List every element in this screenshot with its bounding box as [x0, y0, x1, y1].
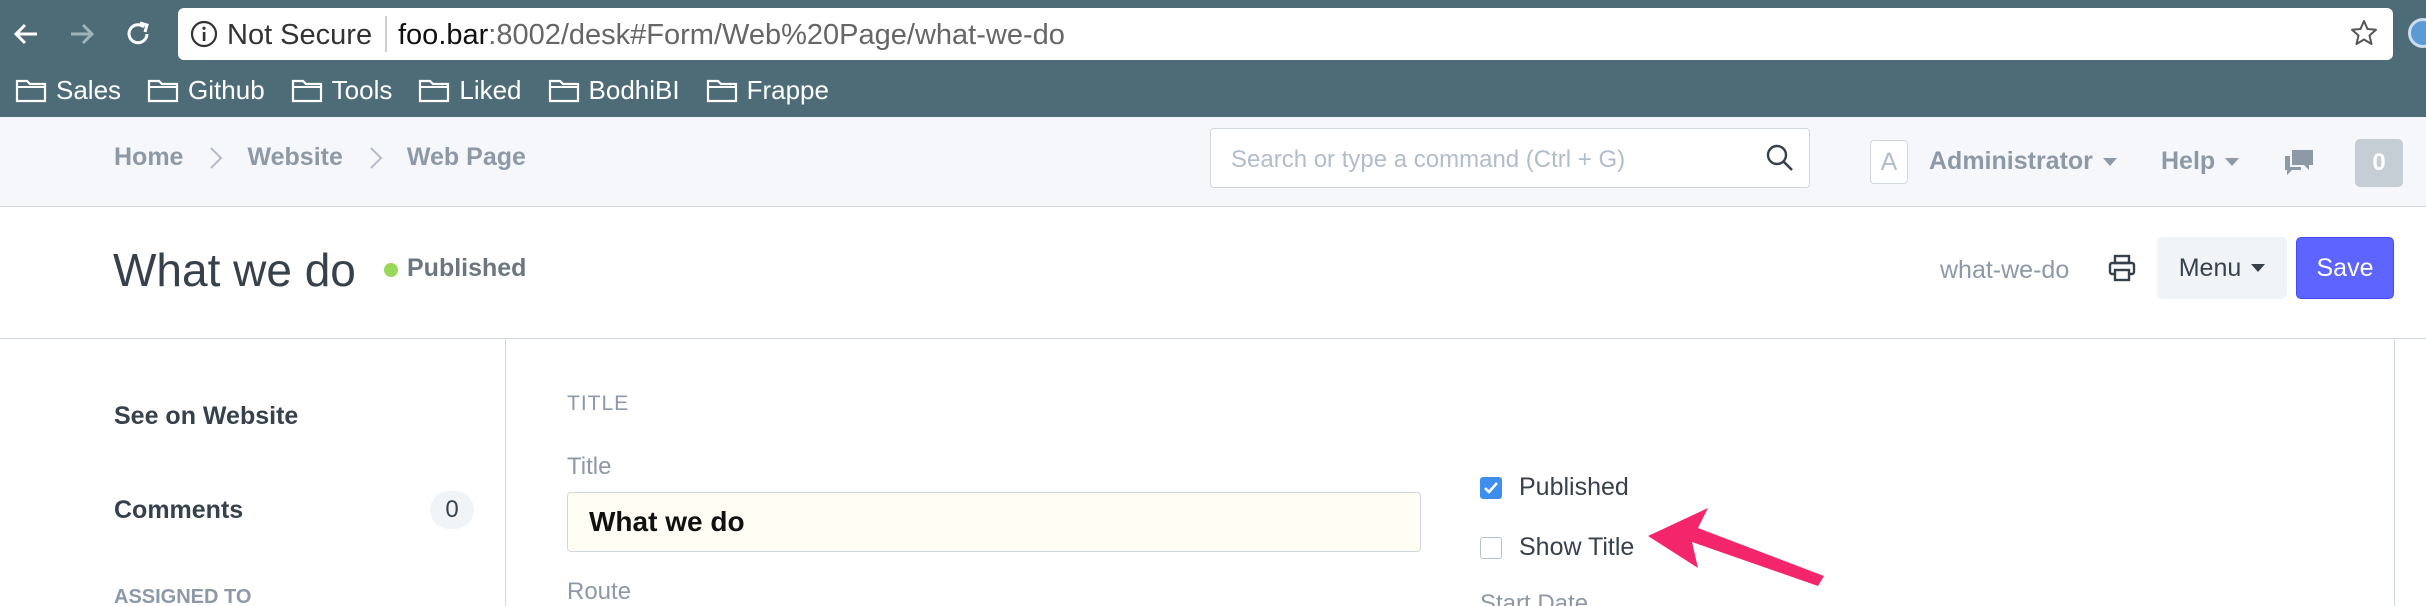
back-button[interactable]: [6, 14, 46, 54]
extension-icon[interactable]: [2408, 18, 2426, 48]
back-arrow-icon: [13, 23, 37, 45]
bookmark-label: Tools: [331, 74, 393, 105]
published-label: Published: [1519, 473, 1629, 501]
published-checkbox[interactable]: [1480, 476, 1502, 499]
browser-toolbar: Not Secure foo.bar:8002/desk#Form/Web%20…: [0, 0, 2426, 117]
breadcrumb-home[interactable]: Home: [114, 143, 183, 172]
forward-button[interactable]: [62, 14, 102, 54]
check-icon: [1484, 481, 1498, 494]
address-bar[interactable]: Not Secure foo.bar:8002/desk#Form/Web%20…: [178, 8, 2393, 60]
bookmark-label: Sales: [56, 74, 122, 105]
form-layout: TITLE Title What we do Route Published S…: [505, 340, 2395, 606]
chevron-right-icon: [209, 146, 223, 170]
title-input[interactable]: What we do: [567, 492, 1421, 552]
caret-down-icon: [2251, 264, 2266, 272]
assigned-to-heading: ASSIGNED TO: [114, 586, 252, 606]
bookmark-github[interactable]: Github: [147, 75, 265, 106]
page-title: What we do: [113, 244, 356, 296]
comments-count-badge: 0: [430, 491, 474, 529]
avatar[interactable]: A: [1870, 140, 1908, 184]
start-date-field-label: Start Date: [1480, 590, 1589, 606]
address-divider: [385, 16, 387, 52]
reload-button[interactable]: [118, 14, 158, 54]
chat-icon[interactable]: [2283, 148, 2315, 176]
search-input[interactable]: Search or type a command (Ctrl + G): [1210, 128, 1810, 188]
status-indicator-dot: [384, 263, 398, 277]
user-menu-dropdown[interactable]: Administrator: [1929, 147, 2117, 176]
bookmark-tools[interactable]: Tools: [291, 74, 393, 106]
caret-down-icon: [2102, 157, 2117, 166]
show-title-label: Show Title: [1519, 533, 1635, 561]
see-on-website-link[interactable]: See on Website: [114, 402, 298, 431]
section-heading: TITLE: [567, 392, 630, 415]
bookmarks-bar: Sales Github Tools Liked BodhiBI Frappe: [0, 70, 840, 110]
forward-arrow-icon: [71, 23, 95, 45]
print-icon[interactable]: [2108, 254, 2136, 282]
document-name: what-we-do: [1940, 256, 2070, 284]
search-icon[interactable]: [1765, 143, 1795, 173]
save-button[interactable]: Save: [2296, 237, 2394, 299]
bookmark-sales[interactable]: Sales: [15, 75, 121, 106]
folder-icon: [15, 79, 47, 103]
url-text[interactable]: foo.bar:8002/desk#Form/Web%20Page/what-w…: [398, 19, 1065, 52]
url-host: foo.bar: [398, 19, 489, 51]
reload-icon: [127, 21, 149, 45]
bookmark-star-icon[interactable]: [2349, 18, 2379, 48]
user-name: Administrator: [1929, 147, 2093, 175]
bookmark-label: Github: [188, 74, 265, 105]
security-label: Not Secure: [227, 19, 373, 51]
bookmark-frappe[interactable]: Frappe: [706, 75, 829, 106]
route-field-label: Route: [567, 578, 632, 605]
folder-icon: [548, 79, 579, 103]
menu-label: Menu: [2178, 253, 2242, 282]
folder-icon: [419, 79, 450, 103]
breadcrumb-web-page[interactable]: Web Page: [407, 143, 526, 172]
page-head: What we do Published what-we-do Menu Sav…: [0, 207, 2426, 339]
status-badge: Published: [407, 254, 527, 282]
menu-button[interactable]: Menu: [2157, 237, 2287, 299]
notification-count-badge[interactable]: 0: [2355, 139, 2403, 187]
show-title-checkbox[interactable]: [1480, 536, 1502, 559]
folder-icon: [147, 79, 179, 103]
annotation-arrow-icon: [1648, 508, 1824, 586]
breadcrumb-website[interactable]: Website: [247, 143, 342, 172]
breadcrumb: Home Website Web Page: [114, 143, 526, 172]
form-sidebar: See on Website Comments 0 ASSIGNED TO: [0, 340, 506, 606]
bookmark-label: Liked: [459, 74, 522, 105]
show-title-checkbox-row[interactable]: Show Title: [1480, 533, 1634, 562]
url-path: :8002/desk#Form/Web%20Page/what-we-do: [488, 19, 1065, 51]
title-field-label: Title: [567, 453, 612, 480]
help-label: Help: [2161, 147, 2216, 175]
app-navbar: Home Website Web Page Search or type a c…: [0, 117, 2426, 207]
bookmark-bodhibi[interactable]: BodhiBI: [548, 75, 680, 106]
caret-down-icon: [2225, 157, 2240, 166]
info-icon[interactable]: [190, 20, 218, 48]
folder-icon: [706, 79, 737, 103]
bookmark-liked[interactable]: Liked: [418, 74, 522, 106]
published-checkbox-row[interactable]: Published: [1480, 473, 1629, 502]
help-dropdown[interactable]: Help: [2161, 147, 2240, 176]
folder-icon: [291, 79, 322, 103]
bookmark-label: BodhiBI: [588, 74, 680, 105]
bookmark-label: Frappe: [746, 74, 829, 105]
chevron-right-icon: [369, 146, 383, 170]
comments-link[interactable]: Comments: [114, 496, 243, 525]
search-placeholder: Search or type a command (Ctrl + G): [1231, 146, 1626, 173]
